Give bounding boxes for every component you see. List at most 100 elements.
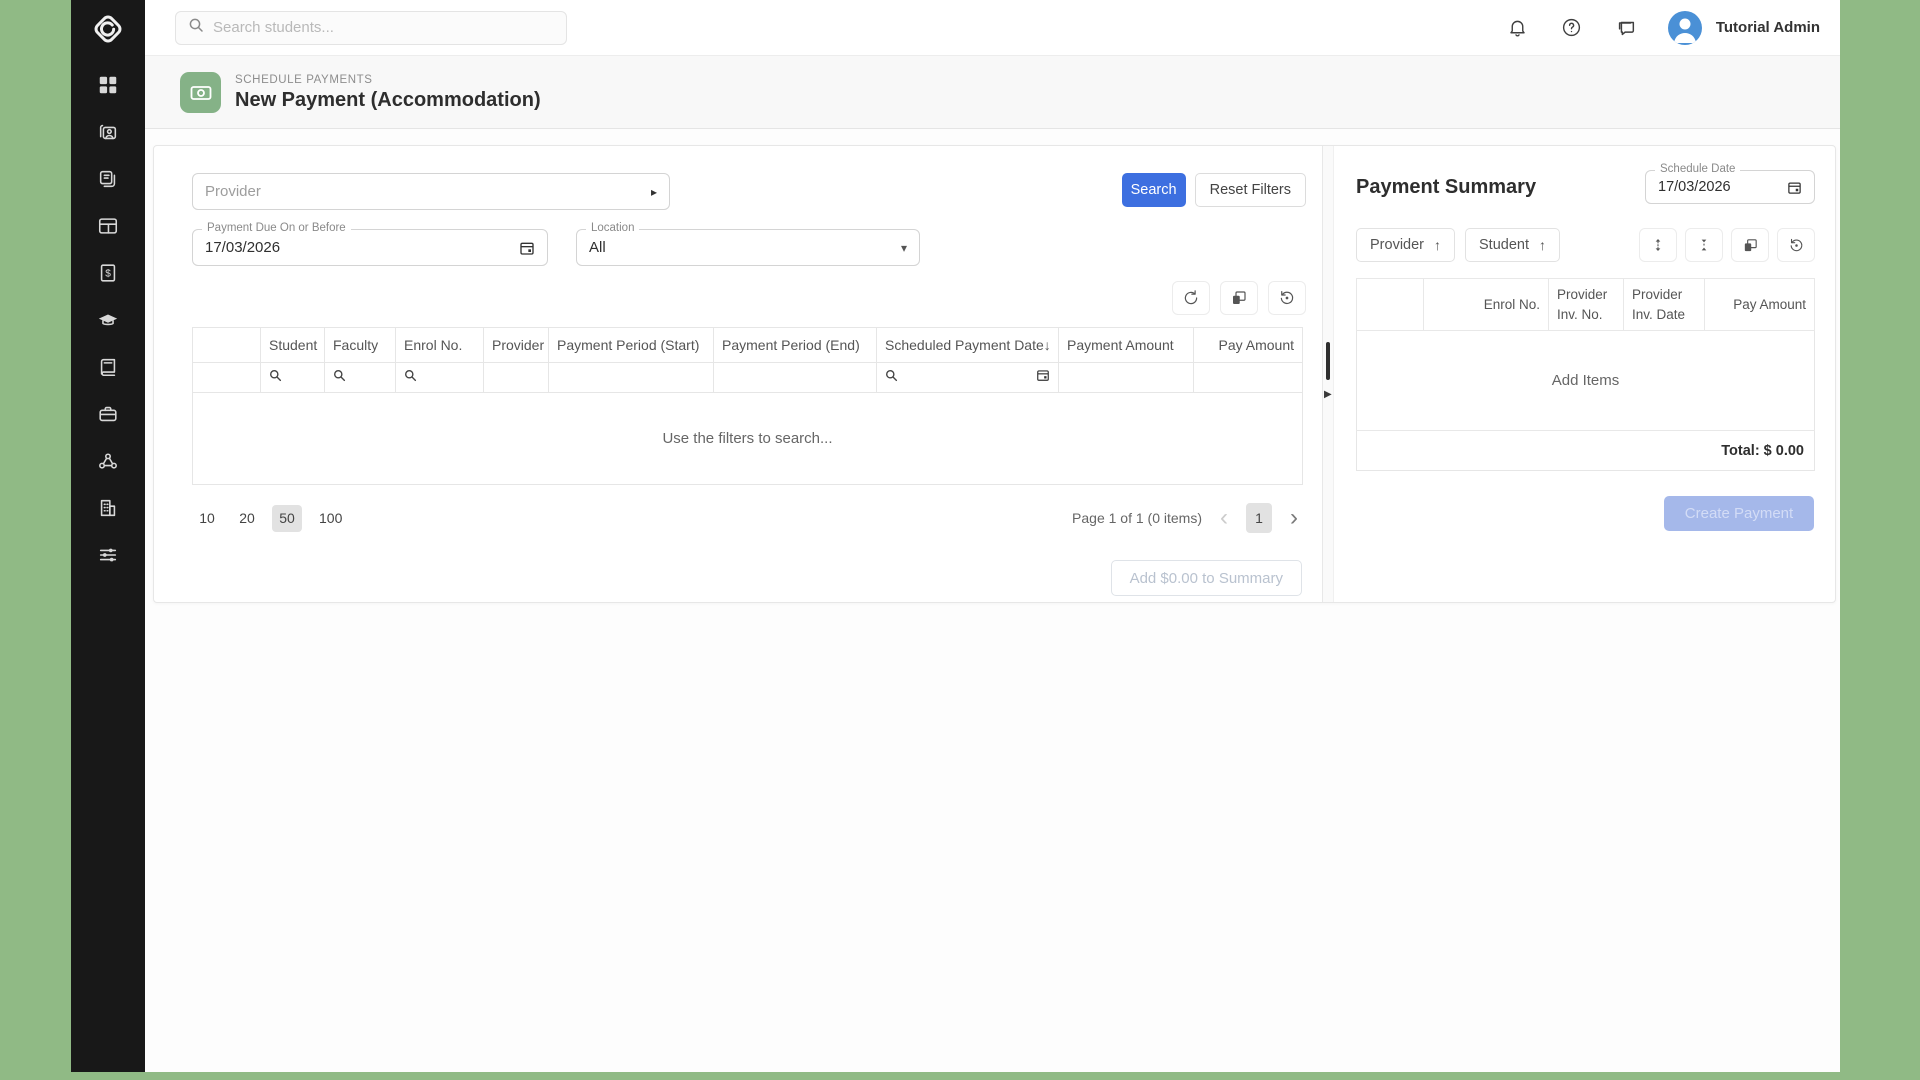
results-filter-row: [193, 363, 1303, 393]
caret-right-icon[interactable]: ▸: [651, 185, 657, 199]
splitter-collapse-icon[interactable]: ▶: [1324, 389, 1332, 400]
payment-due-date-value[interactable]: 17/03/2026: [205, 239, 280, 256]
panel-splitter[interactable]: ▶: [1322, 146, 1334, 602]
sidebar-item-documents-icon[interactable]: [96, 168, 120, 190]
col-pay-amount[interactable]: Pay Amount: [1194, 328, 1303, 363]
sidebar-item-students-icon[interactable]: [96, 121, 120, 143]
summary-header-row: Enrol No. Provider Inv. No. Provider Inv…: [1357, 279, 1815, 331]
calendar-icon[interactable]: [519, 240, 535, 256]
page-size-20[interactable]: 20: [232, 505, 262, 532]
refresh-icon[interactable]: [1172, 281, 1210, 315]
sort-by-student-chip[interactable]: Student ↑: [1465, 228, 1560, 262]
col-select: [193, 328, 261, 363]
collapse-rows-icon[interactable]: [1685, 228, 1723, 262]
results-header-row: Student Faculty Enrol No. Provider Payme…: [193, 328, 1303, 363]
provider-filter-field[interactable]: Provider ▸: [192, 173, 670, 210]
student-search-box[interactable]: [175, 11, 567, 45]
s-col-pay-amount[interactable]: Pay Amount: [1705, 279, 1815, 331]
col-faculty[interactable]: Faculty: [325, 328, 396, 363]
student-search-input[interactable]: [213, 19, 554, 36]
s-col-provider-inv-no[interactable]: Provider Inv. No.: [1549, 279, 1624, 331]
summary-empty-row: Add Items: [1357, 331, 1815, 431]
app-logo-icon[interactable]: [85, 6, 131, 52]
scheduled-date-filter-cell[interactable]: [877, 363, 1059, 393]
page-size-50-selected[interactable]: 50: [272, 505, 302, 532]
payment-due-date-field[interactable]: Payment Due On or Before 17/03/2026: [192, 229, 548, 266]
calendar-icon[interactable]: [1787, 180, 1802, 195]
faculty-filter-cell[interactable]: [325, 363, 396, 393]
sidebar: $: [71, 0, 145, 1072]
user-name: Tutorial Admin: [1716, 19, 1820, 36]
page-size-10[interactable]: 10: [192, 505, 222, 532]
chevron-left-icon[interactable]: ‹: [1216, 506, 1232, 530]
col-payment-period-end[interactable]: Payment Period (End): [714, 328, 877, 363]
search-small-icon[interactable]: [885, 369, 898, 387]
search-icon: [188, 17, 204, 38]
provider-filter-cell[interactable]: [484, 363, 549, 393]
enrol-no-filter-cell[interactable]: [396, 363, 484, 393]
expand-rows-icon[interactable]: [1639, 228, 1677, 262]
sidebar-item-organisation-icon[interactable]: [96, 497, 120, 519]
breadcrumb: SCHEDULE PAYMENTS: [235, 74, 541, 86]
location-filter-field[interactable]: Location All ▾: [576, 229, 920, 266]
page-header-text: SCHEDULE PAYMENTS New Payment (Accommoda…: [235, 74, 541, 112]
help-icon[interactable]: [1560, 16, 1584, 40]
period-start-filter-cell[interactable]: [549, 363, 714, 393]
col-payment-amount[interactable]: Payment Amount: [1059, 328, 1194, 363]
create-payment-button[interactable]: Create Payment: [1664, 496, 1814, 531]
payment-due-date-label: Payment Due On or Before: [202, 222, 351, 234]
page-size-100[interactable]: 100: [312, 505, 349, 532]
search-small-icon[interactable]: [404, 369, 417, 386]
student-filter-cell[interactable]: [261, 363, 325, 393]
add-to-summary-button[interactable]: Add $0.00 to Summary: [1111, 560, 1302, 596]
sidebar-item-agents-icon[interactable]: [96, 450, 120, 472]
search-small-icon[interactable]: [333, 369, 346, 386]
summary-toolbar: Provider ↑ Student ↑: [1356, 228, 1815, 262]
caret-down-icon[interactable]: ▾: [901, 241, 907, 255]
reset-filters-button[interactable]: Reset Filters: [1195, 173, 1306, 207]
sidebar-item-payments-icon[interactable]: $: [96, 262, 120, 284]
results-table: Student Faculty Enrol No. Provider Payme…: [192, 327, 1303, 485]
s-col-enrol-no[interactable]: Enrol No.: [1424, 279, 1549, 331]
sort-desc-icon[interactable]: ↓: [1044, 337, 1051, 353]
search-button[interactable]: Search: [1122, 173, 1186, 207]
scheduled-payment-date-label: Scheduled Payment Date: [885, 337, 1044, 353]
splitter-handle[interactable]: [1326, 342, 1330, 380]
chevron-right-icon[interactable]: ›: [1286, 506, 1302, 530]
schedule-date-label: Schedule Date: [1655, 163, 1740, 175]
sort-by-provider-chip[interactable]: Provider ↑: [1356, 228, 1455, 262]
schedule-date-field[interactable]: Schedule Date 17/03/2026: [1645, 170, 1815, 204]
payment-card: Provider ▸ Search Reset Filters Payment …: [153, 145, 1836, 603]
sidebar-item-services-icon[interactable]: [96, 403, 120, 425]
col-scheduled-payment-date[interactable]: Scheduled Payment Date ↓: [877, 328, 1059, 363]
s-col-provider-inv-date[interactable]: Provider Inv. Date: [1624, 279, 1705, 331]
sidebar-item-courses-icon[interactable]: [96, 356, 120, 378]
copy-grid-icon[interactable]: [1220, 281, 1258, 315]
page-number-button[interactable]: 1: [1246, 503, 1272, 533]
period-end-filter-cell[interactable]: [714, 363, 877, 393]
sidebar-item-dashboard-icon[interactable]: [96, 74, 120, 96]
pay-amount-filter-cell[interactable]: [1194, 363, 1303, 393]
messages-icon[interactable]: [1614, 16, 1638, 40]
calendar-small-icon[interactable]: [1036, 368, 1050, 387]
sidebar-item-settings-icon[interactable]: [96, 544, 120, 566]
sidebar-nav: $: [96, 74, 120, 566]
history-summary-icon[interactable]: [1777, 228, 1815, 262]
main-area: Tutorial Admin SCHEDULE PAYMENTS New Pay…: [145, 0, 1840, 1072]
sidebar-item-timetable-icon[interactable]: [96, 215, 120, 237]
location-value[interactable]: All: [589, 239, 606, 256]
user-menu[interactable]: Tutorial Admin: [1668, 11, 1820, 45]
search-small-icon[interactable]: [269, 369, 282, 386]
grid-toolbar: [192, 281, 1306, 315]
col-enrol-no[interactable]: Enrol No.: [396, 328, 484, 363]
copy-summary-icon[interactable]: [1731, 228, 1769, 262]
history-icon[interactable]: [1268, 281, 1306, 315]
payment-amount-filter-cell[interactable]: [1059, 363, 1194, 393]
col-student[interactable]: Student: [261, 328, 325, 363]
s-col-select: [1357, 279, 1424, 331]
col-payment-period-start[interactable]: Payment Period (Start): [549, 328, 714, 363]
notifications-icon[interactable]: [1506, 16, 1530, 40]
schedule-date-value[interactable]: 17/03/2026: [1658, 179, 1731, 195]
col-provider[interactable]: Provider: [484, 328, 549, 363]
sidebar-item-education-icon[interactable]: [96, 309, 120, 331]
